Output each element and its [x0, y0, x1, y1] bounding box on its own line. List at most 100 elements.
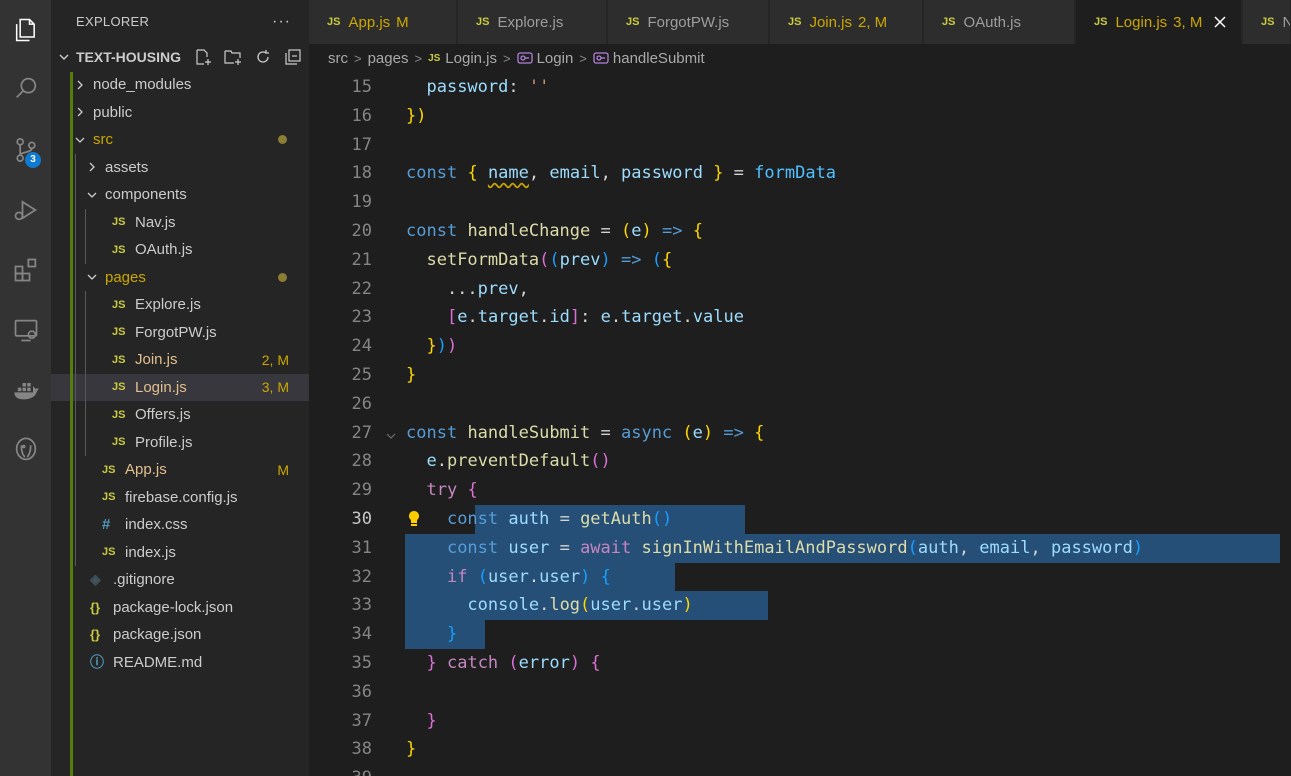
refresh-icon[interactable]	[253, 47, 273, 67]
breadcrumb-pages[interactable]: pages	[368, 50, 409, 67]
run-debug-icon[interactable]	[0, 186, 51, 234]
code-line[interactable]: 26	[309, 390, 1291, 419]
tab-n[interactable]: JS N	[1243, 0, 1291, 44]
code-line[interactable]: 28 e.preventDefault()	[309, 447, 1291, 476]
chevron-right-icon[interactable]	[86, 154, 98, 181]
tree-item[interactable]: JS Explore.js	[51, 291, 309, 319]
tree-item[interactable]: assets	[51, 153, 309, 181]
indent-guide	[75, 181, 76, 209]
tree-item[interactable]: public	[51, 99, 309, 127]
code-line[interactable]: 19	[309, 188, 1291, 217]
close-icon[interactable]	[1212, 14, 1228, 30]
tab-forgotpw[interactable]: JS ForgotPW.js	[608, 0, 769, 44]
tree-item[interactable]: components	[51, 181, 309, 209]
explorer-icon[interactable]	[0, 6, 51, 54]
tree-item-label: Nav.js	[135, 213, 176, 231]
code-line[interactable]: 16})	[309, 102, 1291, 131]
tab-oauth[interactable]: JS OAuth.js	[924, 0, 1075, 44]
tree-item[interactable]: src	[51, 126, 309, 154]
breadcrumb-src[interactable]: src	[328, 50, 348, 67]
code-line[interactable]: 35 } catch (error) {	[309, 649, 1291, 678]
code-line[interactable]: 24 }))	[309, 332, 1291, 361]
line-number: 16	[351, 105, 372, 126]
code-line[interactable]: 33 console.log(user.user)	[309, 591, 1291, 621]
tree-item[interactable]: JS index.js	[51, 538, 309, 566]
line-number: 31	[351, 537, 372, 558]
code-line[interactable]: 37 }	[309, 707, 1291, 736]
tab-login[interactable]: JS Login.js 3, M	[1076, 0, 1242, 44]
code-line[interactable]: 23 [e.target.id]: e.target.value	[309, 303, 1291, 332]
tree-item[interactable]: JS Login.js 3, M	[51, 373, 309, 401]
source-control-icon[interactable]	[0, 126, 51, 174]
extensions-icon[interactable]	[0, 246, 51, 294]
line-number: 30	[351, 509, 372, 529]
tree-item-label: .gitignore	[113, 571, 175, 589]
code-line[interactable]: 29 try {	[309, 476, 1291, 505]
code-line[interactable]: 38}	[309, 735, 1291, 764]
collapse-all-icon[interactable]	[283, 47, 303, 67]
indent-guide	[75, 208, 76, 236]
breadcrumb-file[interactable]: Login.js	[445, 50, 497, 67]
breadcrumb-function[interactable]: handleSubmit	[613, 50, 705, 67]
tree-item[interactable]: node_modules	[51, 71, 309, 99]
code-line[interactable]: 30 const auth = getAuth()	[309, 505, 1291, 534]
code-line[interactable]: 17	[309, 131, 1291, 160]
database-icon[interactable]	[0, 426, 51, 474]
js-file-icon: JS	[428, 52, 441, 64]
code-line[interactable]: 22 ...prev,	[309, 275, 1291, 304]
code-line[interactable]: 15 password: ''	[309, 73, 1291, 102]
code-line[interactable]: 32 if (user.user) {	[309, 562, 1291, 592]
tree-item[interactable]: pages	[51, 263, 309, 291]
tab-join[interactable]: JS Join.js 2, M	[770, 0, 923, 44]
tree-item[interactable]: JS ForgotPW.js	[51, 318, 309, 346]
new-file-icon[interactable]	[193, 47, 213, 67]
fold-chevron-icon[interactable]	[385, 427, 397, 439]
code-line[interactable]: 27 const handleSubmit = async (e) => {	[309, 419, 1291, 448]
code-line[interactable]: 36	[309, 678, 1291, 707]
chevron-down-icon[interactable]	[86, 264, 98, 291]
breadcrumb-component[interactable]: Login	[537, 50, 574, 67]
chevron-right-icon[interactable]	[74, 71, 86, 98]
tree-item[interactable]: JS Nav.js	[51, 208, 309, 236]
tree-item[interactable]: JS App.js M	[51, 456, 309, 484]
chevron-down-icon[interactable]	[74, 126, 86, 153]
more-actions-icon[interactable]: ···	[272, 13, 291, 31]
line-number: 22	[351, 278, 372, 299]
remote-explorer-icon[interactable]	[0, 306, 51, 354]
explorer-sidebar: EXPLORER ··· TEXT-HOUSING node_modules pu…	[51, 0, 309, 776]
tree-item[interactable]: {} package.json	[51, 621, 309, 649]
new-folder-icon[interactable]	[223, 47, 243, 67]
tree-item[interactable]: ⓘ README.md	[51, 649, 309, 677]
code-text: const handleSubmit = async (e) => {	[406, 422, 765, 443]
json-file-icon: {}	[90, 599, 101, 615]
code-line[interactable]: 39	[309, 764, 1291, 776]
code-line[interactable]: 20 const handleChange = (e) => {	[309, 217, 1291, 246]
code-line[interactable]: 18 const { name, email, password } = form…	[309, 159, 1291, 188]
code-line[interactable]: 21 setFormData((prev) => ({	[309, 246, 1291, 275]
code-text: const handleChange = (e) => {	[406, 221, 703, 241]
tree-item[interactable]: JS OAuth.js	[51, 236, 309, 264]
chevron-down-icon[interactable]	[86, 181, 98, 208]
chevron-right-icon[interactable]	[74, 99, 86, 126]
js-file-icon: JS	[102, 491, 116, 504]
tree-item[interactable]: JS Offers.js	[51, 401, 309, 429]
js-file-icon: JS	[102, 546, 116, 559]
tree-item[interactable]: # index.css	[51, 511, 309, 539]
tree-item[interactable]: JS Profile.js	[51, 428, 309, 456]
code-line[interactable]: 34 }	[309, 620, 1291, 649]
code-line[interactable]: 31 const user = await signInWithEmailAnd…	[309, 533, 1291, 563]
tab-explore[interactable]: JS Explore.js	[458, 0, 607, 44]
docker-icon[interactable]	[0, 366, 51, 414]
code-editor[interactable]: 15 password: '' 16}) 17 18 const { name, ema…	[309, 72, 1291, 776]
tree-item[interactable]: JS Join.js 2, M	[51, 346, 309, 374]
project-header[interactable]: TEXT-HOUSING	[51, 43, 309, 71]
line-number: 26	[351, 393, 372, 414]
git-added-gutter	[70, 72, 73, 776]
tree-item[interactable]: ◈ .gitignore	[51, 566, 309, 594]
tab-app[interactable]: JS App.js M	[309, 0, 457, 44]
tree-item[interactable]: JS firebase.config.js	[51, 483, 309, 511]
search-icon[interactable]	[0, 64, 51, 112]
chevron-down-icon[interactable]	[58, 43, 70, 71]
tree-item[interactable]: {} package-lock.json	[51, 594, 309, 622]
code-line[interactable]: 25}	[309, 361, 1291, 390]
